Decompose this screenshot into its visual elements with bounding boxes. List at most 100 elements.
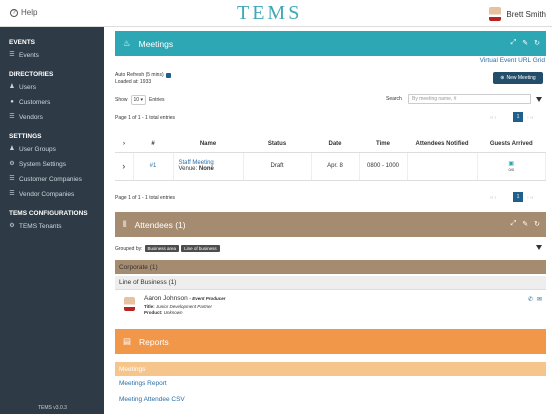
- col-attendees-notified: Attendees Notified: [407, 137, 477, 153]
- sidebar-section-events: EVENTS: [9, 39, 36, 46]
- meetings-icon: ♨: [123, 38, 131, 48]
- meetings-report-link[interactable]: Meetings Report: [119, 380, 167, 387]
- sidebar-item-customer-companies[interactable]: ☰ Customer Companies: [0, 172, 104, 187]
- grouped-by-label: Grouped by:: [115, 245, 143, 252]
- attendees-filter-icon[interactable]: [536, 245, 542, 250]
- new-meeting-button[interactable]: ⊕ New Meeting: [493, 72, 543, 84]
- plus-icon: ⊕: [500, 75, 505, 81]
- virtual-event-url-grid-link[interactable]: Virtual Event URL Grid: [480, 57, 545, 64]
- attendees-panel-header: ⫴ Attendees (1) ⤢ ✎ ↻: [115, 212, 546, 237]
- meeting-status: Draft: [243, 152, 312, 181]
- prev-page-bottom[interactable]: ‹‹ ‹: [490, 195, 496, 201]
- expand-icon[interactable]: ⤢: [511, 39, 517, 47]
- attendee-title-label: Title:: [144, 304, 155, 309]
- attendee-product-label: Product:: [144, 310, 163, 315]
- edit-icon[interactable]: ✎: [522, 39, 528, 47]
- sidebar-item-label: Users: [19, 84, 36, 91]
- reports-title: Reports: [139, 336, 169, 347]
- meeting-number[interactable]: #1: [133, 152, 174, 181]
- grouped-by-row: Grouped by: Business area Line of busine…: [115, 245, 220, 252]
- venue-value: None: [198, 166, 214, 172]
- reports-band-meetings[interactable]: Meetings: [115, 362, 546, 376]
- table-row[interactable]: › #1 Staff Meeting Venue: None Draft Apr…: [115, 152, 546, 181]
- list-icon: ☰: [9, 176, 15, 182]
- attendee-role: - Event Producer: [189, 296, 226, 301]
- expand-all[interactable]: ›: [115, 137, 133, 153]
- venue-label: Venue:: [178, 166, 198, 172]
- help-link[interactable]: ? Help: [10, 8, 37, 17]
- next-page-bottom[interactable]: › ››: [527, 195, 533, 201]
- top-bar: ? Help TEMS Brett Smith: [0, 0, 552, 27]
- entries-control: Show 10 ▾ Entries: [115, 95, 165, 105]
- attendee-product: Unknown: [163, 310, 183, 315]
- phone-icon[interactable]: ✆: [528, 296, 533, 303]
- sidebar-item-label: User Groups: [19, 146, 56, 153]
- col-num: #: [133, 137, 173, 153]
- refresh-icon[interactable]: ↻: [534, 39, 540, 47]
- page-button-bottom[interactable]: 1: [513, 192, 523, 202]
- auto-refresh-checkbox[interactable]: [165, 72, 171, 78]
- app-logo: TEMS: [237, 2, 303, 24]
- attendee-name-row: Aaron Johnson - Event Producer: [144, 295, 226, 302]
- sidebar-item-label: TEMS Tenants: [19, 223, 62, 230]
- meetings-panel-header: ♨ Meetings ⤢ ✎ ↻: [115, 31, 546, 56]
- attendee-name: Aaron Johnson: [144, 295, 188, 302]
- meeting-name-cell: Staff Meeting Venue: None: [173, 152, 244, 181]
- sidebar-item-vendor-companies[interactable]: ☰ Vendor Companies: [0, 187, 104, 202]
- group-chip-business-area[interactable]: Business area: [144, 245, 180, 252]
- group-chip-line-of-business[interactable]: Line of business: [181, 245, 220, 252]
- attendee-title-row: Title: Junior Development Partner: [144, 304, 212, 309]
- gear-icon: ⚙: [9, 223, 15, 229]
- next-page[interactable]: › ››: [527, 115, 533, 121]
- sidebar-item-label: Customers: [19, 99, 51, 106]
- page-button[interactable]: 1: [513, 112, 523, 122]
- user-menu[interactable]: Brett Smith: [489, 7, 546, 21]
- refresh-icon[interactable]: ↻: [534, 220, 540, 228]
- sidebar-item-user-groups[interactable]: ♟ User Groups: [0, 142, 104, 157]
- sidebar-item-label: System Settings: [19, 161, 66, 168]
- auto-refresh-row: Auto Refresh (5 mins): [115, 72, 171, 78]
- meeting-date: Apr. 8: [311, 152, 360, 181]
- sidebar-item-customers[interactable]: ● Customers: [0, 95, 104, 110]
- sidebar-item-system-settings[interactable]: ⚙ System Settings: [0, 157, 104, 172]
- group-corporate[interactable]: Corporate (1): [115, 260, 546, 274]
- sidebar-item-users[interactable]: ♟ Users: [0, 80, 104, 95]
- help-icon: ?: [10, 8, 18, 17]
- expand-icon[interactable]: ⤢: [511, 220, 517, 228]
- sidebar-item-label: Vendors: [19, 114, 43, 121]
- row-expand[interactable]: ›: [115, 152, 134, 181]
- prev-page[interactable]: ‹‹ ‹: [490, 115, 496, 121]
- attendees-icon: ⫴: [123, 219, 127, 229]
- sidebar-item-label: Events: [19, 52, 39, 59]
- entries-value: 10: [133, 97, 140, 103]
- search-input[interactable]: By meeting name, #: [408, 94, 531, 104]
- email-icon[interactable]: ✉: [537, 296, 542, 303]
- table-header-row: › # Name Status Date Time Attendees Noti…: [115, 137, 546, 153]
- sidebar-item-events[interactable]: ☰ Events: [0, 48, 104, 63]
- search-label: Search: [386, 96, 402, 102]
- sidebar: EVENTS ☰ Events DIRECTORIES ♟ Users ● Custo…: [0, 27, 104, 414]
- attendee-title: Junior Development Partner: [155, 304, 212, 309]
- sidebar-item-tems-tenants[interactable]: ⚙ TEMS Tenants: [0, 219, 104, 234]
- filter-icon[interactable]: [536, 97, 542, 102]
- meeting-attendee-csv-link[interactable]: Meeting Attendee CSV: [119, 396, 185, 403]
- col-status: Status: [243, 137, 311, 153]
- list-icon: ☰: [9, 114, 15, 120]
- attendee-card[interactable]: Aaron Johnson - Event Producer Title: Ju…: [115, 292, 546, 324]
- customer-icon: ●: [10, 99, 14, 105]
- sidebar-item-vendors[interactable]: ☰ Vendors: [0, 110, 104, 125]
- group-line-of-business[interactable]: Line of Business (1): [115, 276, 546, 290]
- version-label: TEMS v3.0.3: [38, 405, 67, 411]
- reports-panel-header: ▤ Reports: [115, 329, 546, 354]
- col-time: Time: [359, 137, 407, 153]
- sidebar-section-tems-configurations: TEMS CONFIGURATIONS: [9, 210, 88, 217]
- meetings-title: Meetings: [138, 38, 174, 49]
- page-info-bottom: Page 1 of 1 - 1 total entries: [115, 195, 176, 201]
- edit-icon[interactable]: ✎: [522, 220, 528, 228]
- col-name: Name: [173, 137, 243, 153]
- auto-refresh-label: Auto Refresh (5 mins): [115, 72, 164, 78]
- users-icon: ♟: [9, 146, 15, 152]
- attendees-title: Attendees (1): [134, 219, 186, 230]
- entries-select[interactable]: 10 ▾: [130, 95, 146, 105]
- sidebar-section-directories: DIRECTORIES: [9, 71, 54, 78]
